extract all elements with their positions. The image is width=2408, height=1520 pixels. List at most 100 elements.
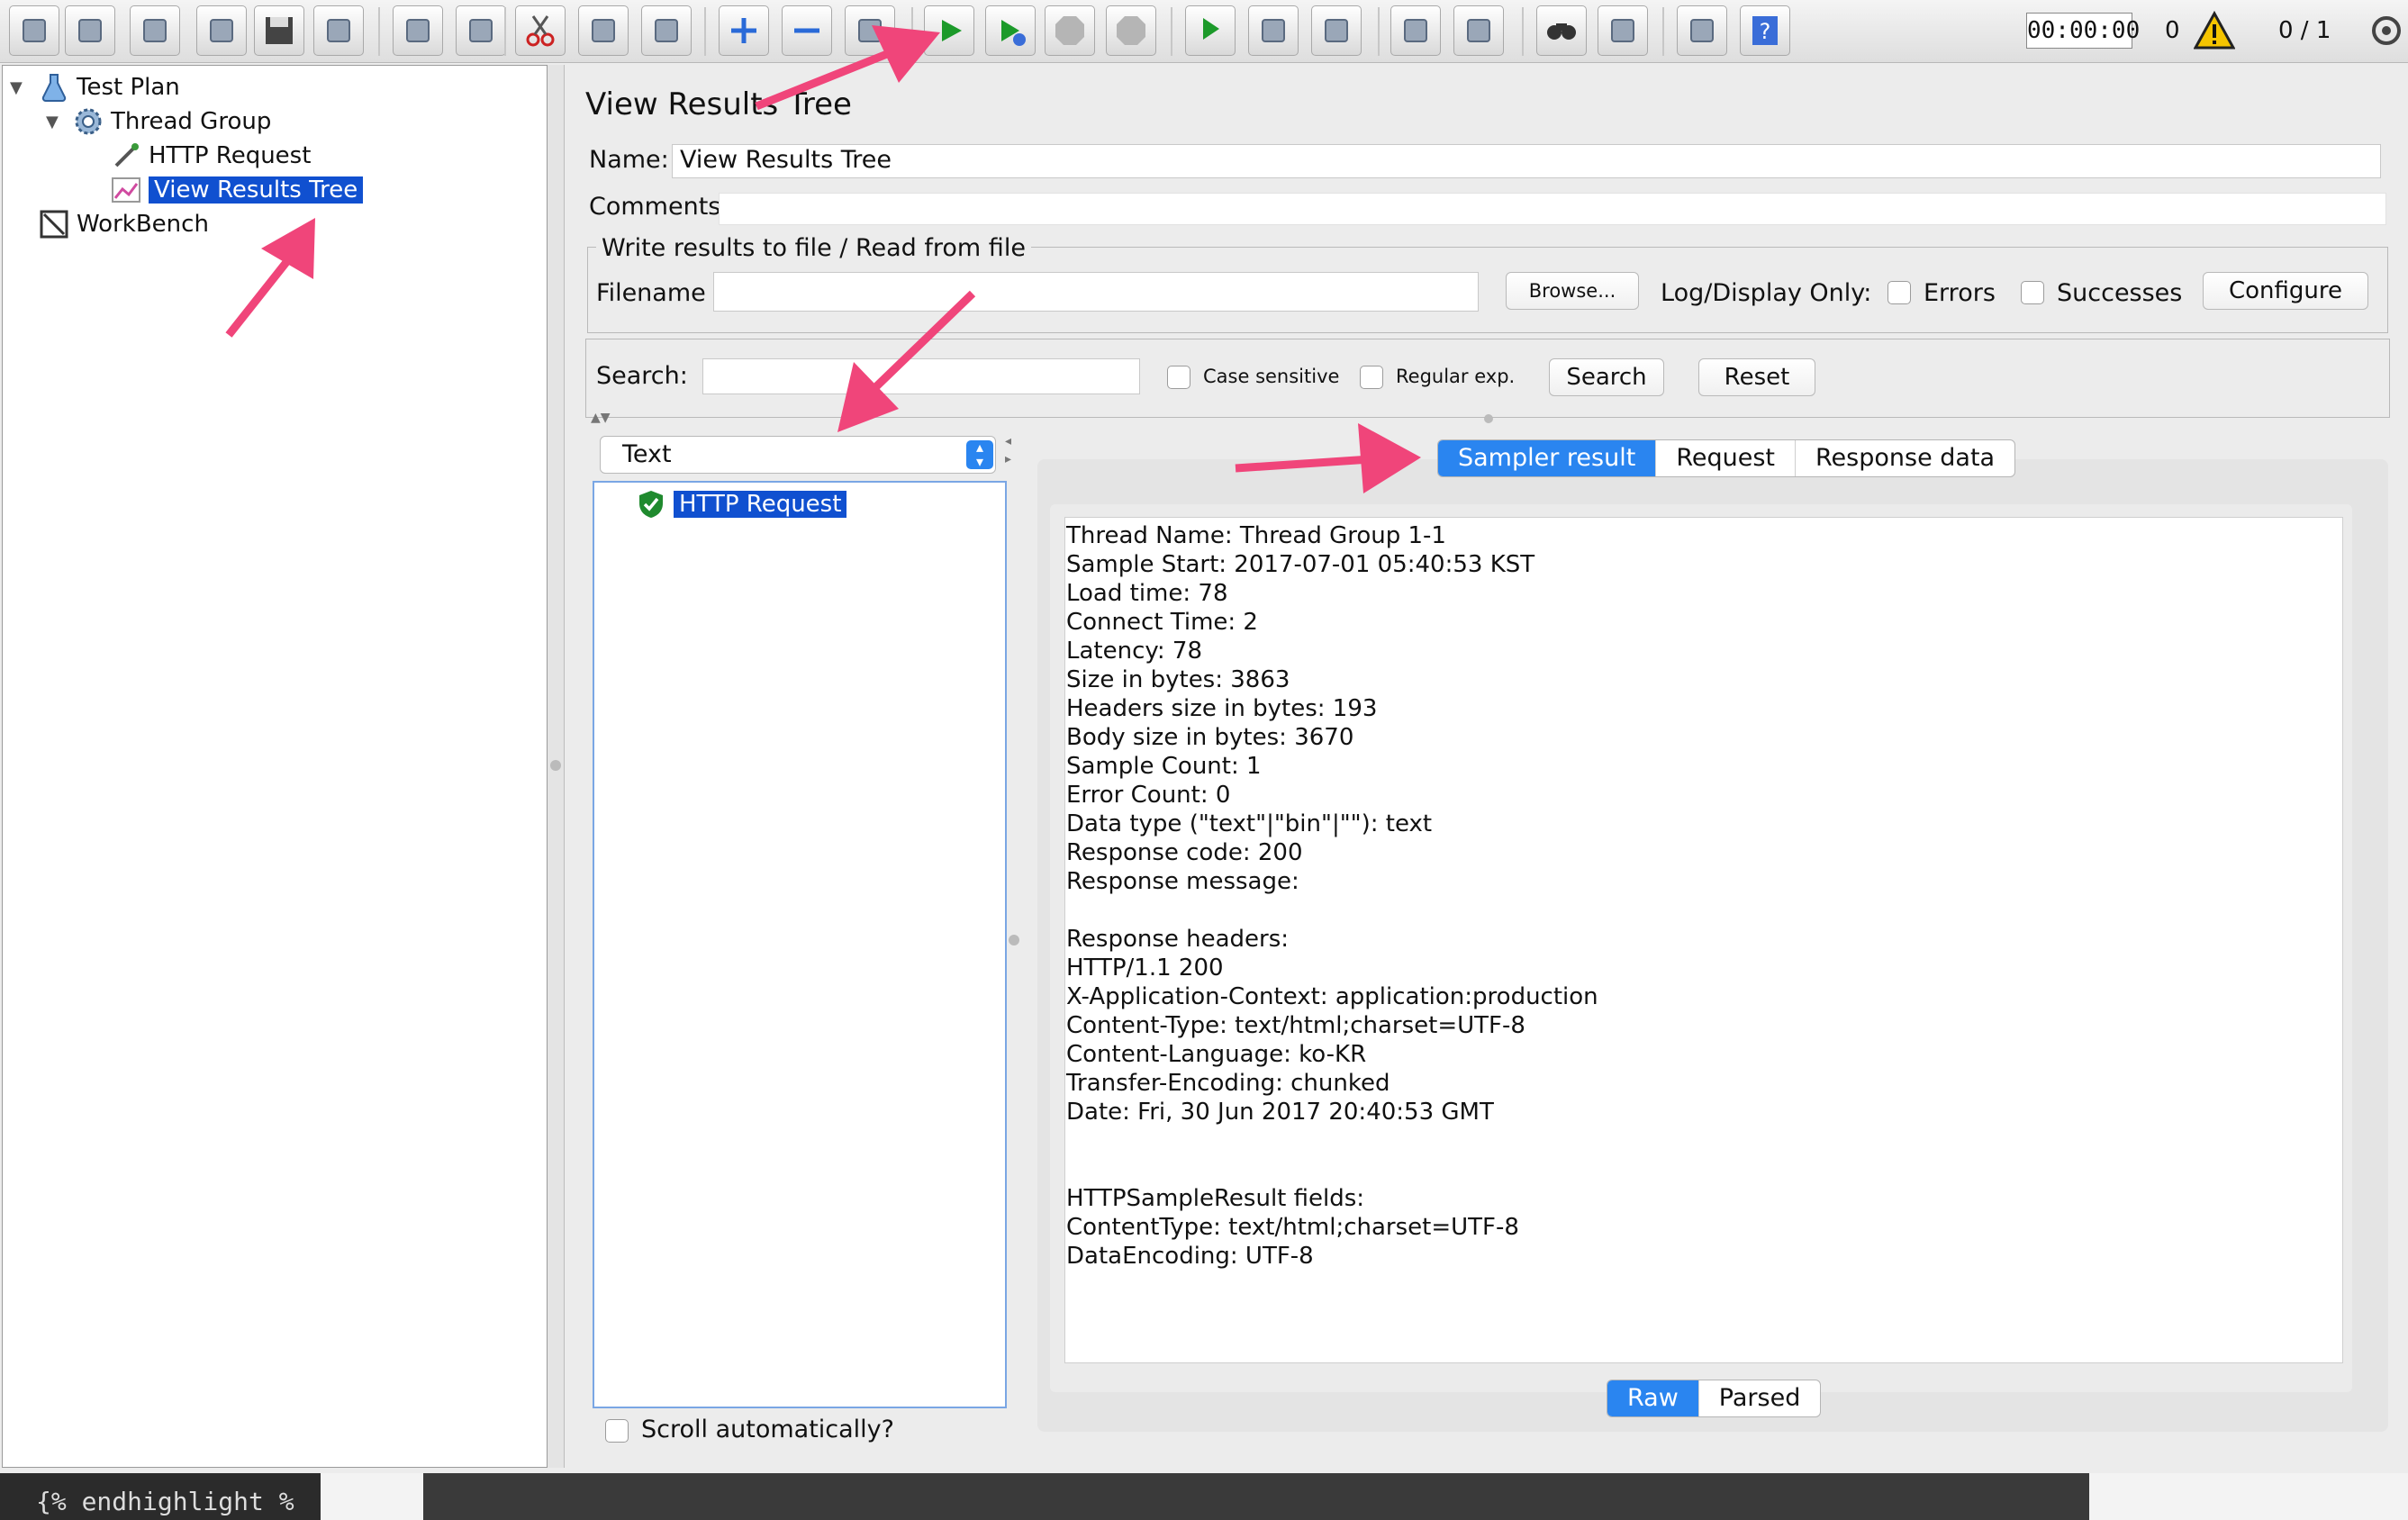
pane-arrows-icon[interactable]: ◂ ▸ [1005,432,1011,468]
start-icon [942,20,962,41]
collapse-icon [794,28,819,33]
shutdown-icon [1117,16,1145,45]
result-item-http-request[interactable]: HTTP Request [636,488,847,520]
search-button[interactable]: Search [1549,358,1664,396]
scroll-automatically-label: Scroll automatically? [641,1416,894,1443]
tab-request[interactable]: Request [1656,440,1796,476]
success-shield-icon [639,491,663,518]
configure-button[interactable]: Configure [2203,272,2368,310]
copy-icon [592,19,615,42]
collapse-arrows-icon[interactable]: ▲▼ [591,411,611,425]
vertical-splitter-handle[interactable] [1484,414,1493,423]
tree-item-view-results-tree[interactable]: View Results Tree [111,174,364,206]
tree-item-workbench[interactable]: WorkBench [39,208,209,240]
log-viewer-icon[interactable] [2365,9,2406,52]
splitter-handle[interactable] [550,760,561,771]
regular-exp-checkbox[interactable] [1360,366,1383,389]
open-button[interactable] [130,5,180,56]
redo-button[interactable] [456,5,506,56]
expand-toggle-icon[interactable]: ▼ [46,113,64,131]
result-line [1066,1155,2342,1184]
result-line: Connect Time: 2 [1066,609,1258,636]
toolbar-separator [704,7,706,56]
new-button[interactable] [9,5,59,56]
expand-button[interactable] [719,5,769,56]
results-splitter-handle[interactable] [1009,935,1019,945]
case-sensitive-checkbox[interactable] [1167,366,1190,389]
result-line: X-Application-Context: application:produ… [1066,983,1598,1010]
result-line: Headers size in bytes: 193 [1066,695,1378,722]
expand-icon [731,18,756,43]
function-helper-button[interactable] [1677,5,1727,56]
comments-field[interactable] [719,193,2386,225]
expand-toggle-icon[interactable]: ▼ [10,78,28,97]
templates-button[interactable] [65,5,115,56]
save-button[interactable] [254,5,304,56]
result-line: Date: Fri, 30 Jun 2017 20:40:53 GMT [1066,1099,1494,1126]
renderer-select[interactable]: Text ▴ ▾ [600,436,996,474]
remote-shutdown-button[interactable] [1311,5,1362,56]
close-button[interactable] [196,5,247,56]
raw-mode-button[interactable]: Raw [1607,1380,1699,1416]
tree-item-http-request[interactable]: HTTP Request [111,140,311,172]
successes-checkbox[interactable] [2021,281,2044,304]
sampler-result-text: Thread Name: Thread Group 1-1 Sample Star… [1064,517,2343,1363]
errors-checkbox[interactable] [1887,281,1911,304]
result-line: Sample Start: 2017-07-01 05:40:53 KST [1066,551,1535,578]
scroll-automatically-checkbox[interactable] [605,1419,629,1443]
tab-sampler-result[interactable]: Sampler result [1438,440,1657,476]
search-input[interactable] [702,358,1140,394]
parsed-mode-button[interactable]: Parsed [1699,1380,1821,1416]
pipette-icon [114,143,139,167]
background-code-snippet: {% endhighlight % [0,1473,321,1520]
save-as-button[interactable] [313,5,364,56]
tree-label: Thread Group [111,108,272,135]
start-no-pauses-button[interactable] [985,5,1036,56]
warning-icon[interactable] [2194,11,2235,50]
reset-search-button[interactable] [1598,5,1648,56]
paste-button[interactable] [641,5,692,56]
result-line: HTTP/1.1 200 [1066,955,1224,982]
view-mode-toggle: Raw Parsed [1607,1380,1822,1417]
start-no-pauses-icon [1001,20,1026,46]
reset-button[interactable]: Reset [1698,358,1815,396]
filename-input[interactable] [713,272,1479,312]
result-line: Content-Type: text/html;charset=UTF-8 [1066,1012,1525,1039]
tree-item-thread-group[interactable]: ▼ Thread Group [46,105,271,138]
clear-all-button[interactable] [1453,5,1504,56]
help-button[interactable]: ? [1740,5,1790,56]
shutdown-button[interactable] [1106,5,1156,56]
collapse-button[interactable] [782,5,832,56]
filename-label: Filename [596,279,706,307]
stop-button[interactable] [1045,5,1095,56]
tree-label: Test Plan [77,74,180,101]
open-icon [143,19,167,42]
browse-button[interactable]: Browse... [1506,272,1639,310]
search-button[interactable] [1536,5,1587,56]
tree-item-test-plan[interactable]: ▼ Test Plan [10,71,180,104]
start-button[interactable] [924,5,974,56]
name-field[interactable]: View Results Tree [672,144,2381,178]
toolbar-separator [378,7,380,56]
toolbar-separator [1662,7,1664,56]
comments-label: Comments: [589,193,729,221]
toggle-button[interactable] [845,5,895,56]
case-sensitive-label: Case sensitive [1203,366,1340,387]
remote-stop-icon [1262,19,1285,42]
renderer-select-value: Text [622,440,672,468]
errors-label: Errors [1924,279,1996,307]
remote-start-button[interactable] [1185,5,1236,56]
remote-stop-button[interactable] [1248,5,1299,56]
cut-button[interactable] [515,5,566,56]
result-line: Latency: 78 [1066,638,1202,665]
search-icon [1547,23,1576,40]
copy-button[interactable] [578,5,629,56]
clear-button[interactable] [1390,5,1441,56]
tab-response-data[interactable]: Response data [1796,440,2014,476]
result-line: Response code: 200 [1066,839,1303,866]
result-line: Body size in bytes: 3670 [1066,724,1354,751]
error-count: 0 [2165,17,2180,44]
help-icon: ? [1752,16,1778,45]
undo-button[interactable] [393,5,443,56]
stop-icon [1055,16,1084,45]
